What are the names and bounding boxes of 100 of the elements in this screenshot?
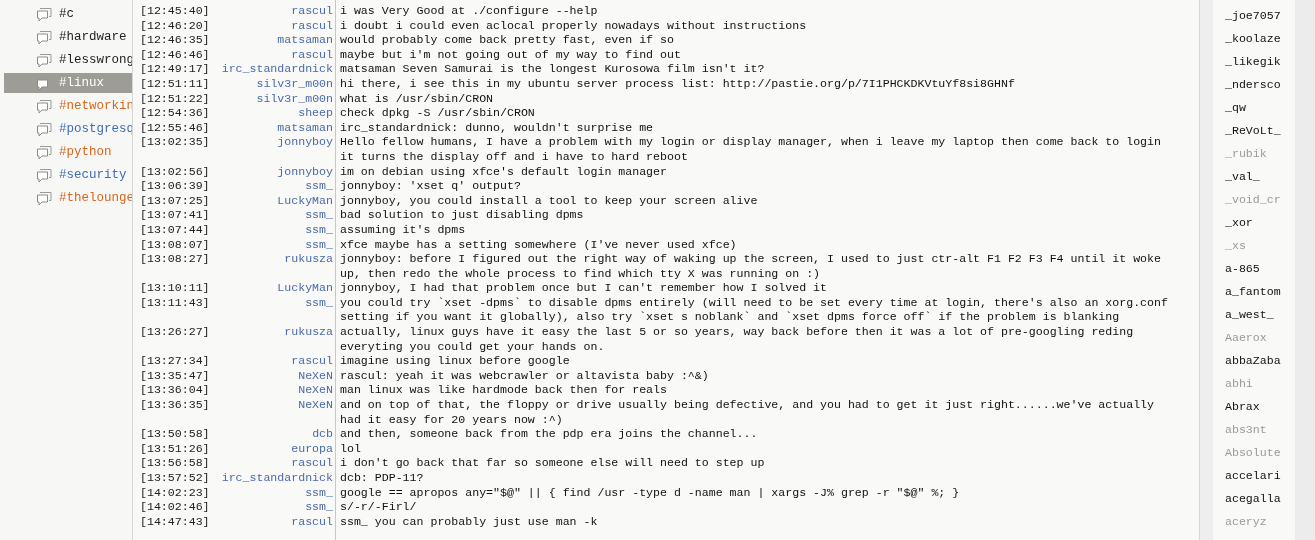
user-name[interactable]: accelari: [1225, 468, 1295, 483]
message-text: hi there, i see this in my ubuntu server process list: http://pastie.org/p/7I1PHCKDKVtuYf8si8GHNf: [340, 76, 1015, 92]
user-name[interactable]: Aaerox: [1225, 330, 1295, 345]
nickname[interactable]: jonnyboy: [208, 164, 333, 180]
timestamp: [12:51:11]: [140, 76, 208, 92]
nickname[interactable]: rukusza: [208, 252, 333, 282]
timestamp: [12:46:35]: [140, 33, 208, 48]
message-text: lol: [340, 441, 361, 457]
nickname[interactable]: ssm_: [208, 500, 333, 515]
message-text: and then, someone back from the pdp era joins the channel...: [340, 427, 758, 442]
user-name[interactable]: _koolaze: [1225, 31, 1295, 46]
channel-name: #linux: [59, 74, 104, 92]
user-name[interactable]: _rubik: [1225, 146, 1295, 161]
channel-name: #c: [59, 5, 74, 23]
nickname[interactable]: irc_standardnick: [208, 471, 333, 486]
user-name[interactable]: _xor: [1225, 215, 1295, 230]
chat-bubble-icon: [36, 52, 53, 68]
message-text: s/-r/-Firl/: [340, 500, 417, 515]
timestamp: [13:35:47]: [140, 368, 208, 384]
nickname[interactable]: rascul: [208, 18, 333, 34]
timestamp: [13:06:39]: [140, 179, 208, 194]
message-text: rascul: yeah it was webcrawler or altavista baby :^&): [340, 368, 709, 384]
user-name[interactable]: _void_cr: [1225, 192, 1295, 207]
user-name[interactable]: _joe7057: [1225, 8, 1295, 23]
timestamp: [13:36:04]: [140, 383, 208, 399]
user-name[interactable]: a_fantom: [1225, 284, 1295, 299]
nickname[interactable]: sheep: [208, 106, 333, 121]
user-name[interactable]: _xs: [1225, 238, 1295, 253]
user-name[interactable]: abbaZaba: [1225, 353, 1295, 368]
nickname[interactable]: NeXeN: [208, 398, 333, 428]
channel-item[interactable]: #linux: [4, 73, 132, 93]
nickname[interactable]: rascul: [208, 4, 333, 19]
message-text: irc_standardnick: dunno, wouldn't surprise me: [340, 120, 654, 136]
nickname[interactable]: silv3r_m00n: [208, 76, 333, 92]
nickname[interactable]: rascul: [208, 456, 333, 471]
timestamp: [13:02:35]: [140, 135, 208, 151]
user-name[interactable]: acegalla: [1225, 491, 1295, 506]
user-name[interactable]: _val_: [1225, 169, 1295, 184]
nickname[interactable]: ssm_: [208, 179, 333, 194]
message-text: would probably come back pretty fast, even if so: [340, 33, 674, 48]
user-name[interactable]: aceryz: [1225, 514, 1295, 529]
nickname[interactable]: dcb: [208, 427, 333, 442]
timestamp: [13:27:34]: [140, 354, 208, 369]
nickname[interactable]: rascul: [208, 514, 333, 530]
nickname[interactable]: ssm_: [208, 222, 333, 238]
nickname[interactable]: jonnyboy: [208, 135, 333, 165]
user-name[interactable]: a_west_: [1225, 307, 1295, 322]
message-text: bad solution to just disabling dpms: [340, 208, 584, 223]
channel-name: #hardware: [59, 28, 127, 46]
timestamp: [12:46:20]: [140, 18, 208, 34]
channel-item[interactable]: #python: [4, 142, 132, 162]
timestamp: [12:55:46]: [140, 120, 208, 136]
channel-item[interactable]: #hardware: [4, 27, 132, 47]
chat-bubble-icon: [36, 6, 53, 22]
user-name[interactable]: abhi: [1225, 376, 1295, 391]
nickname[interactable]: ssm_: [208, 295, 333, 326]
message-text: i was Very Good at ./configure --help: [340, 4, 598, 19]
user-name[interactable]: abs3nt: [1225, 422, 1295, 437]
user-name[interactable]: _likegik: [1225, 54, 1295, 69]
nickname[interactable]: matsaman: [208, 120, 333, 136]
timestamp: [12:51:22]: [140, 91, 208, 107]
message-text: matsaman Seven Samurai is the longest Kurosowa film isn't it?: [340, 62, 765, 77]
timestamp: [12:45:40]: [140, 4, 208, 19]
channel-item[interactable]: #security: [4, 165, 132, 185]
message-text: xfce maybe has a setting somewhere (I've never used xfce): [340, 237, 737, 253]
user-name[interactable]: _ndersco: [1225, 77, 1295, 92]
nickname[interactable]: matsaman: [208, 33, 333, 48]
nickname[interactable]: NeXeN: [208, 368, 333, 384]
message-text: everyting you could get your hands on.: [340, 339, 606, 355]
channel-item[interactable]: #c: [4, 4, 132, 24]
nickname[interactable]: europa: [208, 441, 333, 457]
timestamp: [13:11:43]: [140, 295, 208, 311]
timestamp: [12:49:17]: [140, 62, 208, 77]
nickname[interactable]: rascul: [208, 47, 333, 63]
nickname[interactable]: ssm_: [208, 237, 333, 253]
message-text: jonnyboy: before I figured out the right way of waking up the screen, I used to just ctr-alt F1 F2 F3 F4 until it woke: [340, 252, 1161, 267]
user-name[interactable]: Abrax: [1225, 399, 1295, 414]
message-text: im on debian using xfce's default login manager: [340, 164, 667, 180]
message-text: up, then redo the whole process to find which tty X was running on :): [340, 266, 822, 282]
user-name[interactable]: Absolute: [1225, 445, 1295, 460]
channel-name: #python: [59, 143, 112, 161]
nickname[interactable]: rukusza: [208, 325, 333, 355]
nickname[interactable]: rascul: [208, 354, 333, 369]
nickname[interactable]: LuckyMan: [208, 281, 333, 296]
nickname[interactable]: ssm_: [208, 485, 333, 501]
user-name[interactable]: a-865: [1225, 261, 1295, 276]
nickname[interactable]: NeXeN: [208, 383, 333, 399]
nickname[interactable]: ssm_: [208, 208, 333, 223]
user-name[interactable]: _qw: [1225, 100, 1295, 115]
message-text: dcb: PDP-11?: [340, 471, 424, 486]
timestamp: [13:07:41]: [140, 208, 208, 223]
message-text: check dpkg -S /usr/sbin/CRON: [340, 106, 535, 121]
message-text: maybe but i'm not going out of my way to find out: [340, 47, 681, 63]
nickname[interactable]: silv3r_m00n: [208, 91, 333, 107]
user-name[interactable]: _ReVoLt_: [1225, 123, 1295, 138]
timestamp: [14:47:43]: [140, 514, 208, 530]
nickname[interactable]: irc_standardnick: [208, 62, 333, 77]
message-text: actually, linux guys have it easy the last 5 or so years, way back before then it was a lot of pre-googling reding: [340, 325, 1134, 340]
message-text: i don't go back that far so someone else will need to step up: [340, 456, 765, 471]
nickname[interactable]: LuckyMan: [208, 193, 333, 209]
